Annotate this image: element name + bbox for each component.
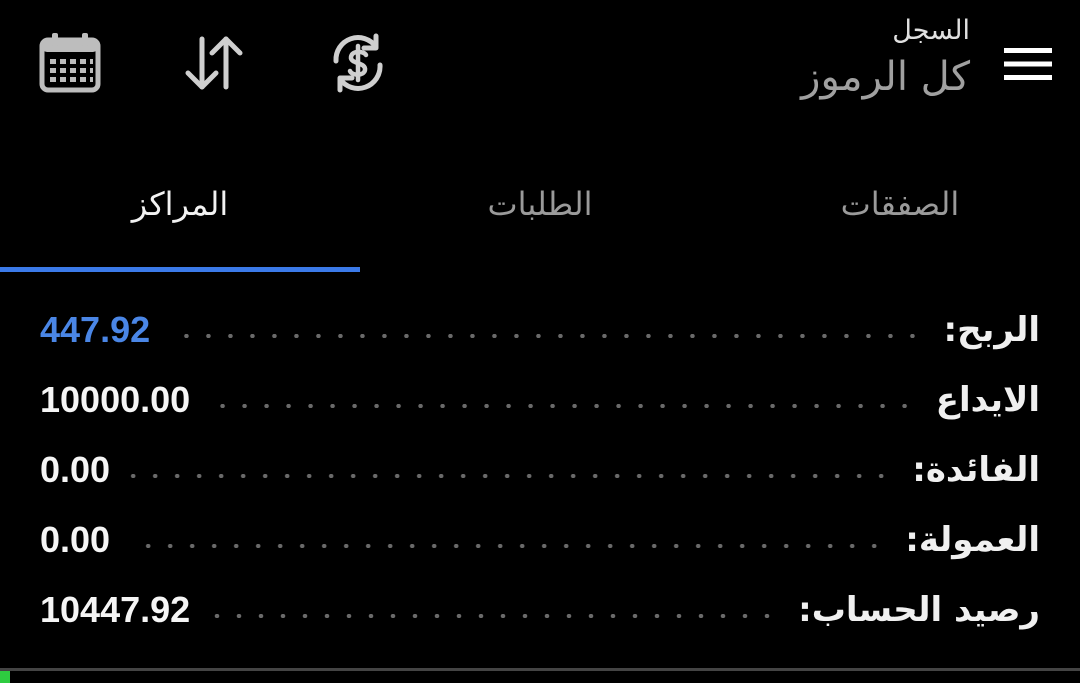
commission-value: 0.00 (40, 519, 111, 560)
commission-label: العمولة: (905, 520, 1040, 560)
active-tab-indicator (0, 267, 360, 272)
balance-value: 10447.92 (40, 589, 191, 630)
summary-row-commission: العمولة: 0.00 (0, 505, 1080, 575)
tab-positions[interactable]: المراكز (0, 140, 360, 272)
sort-arrows-icon[interactable] (174, 23, 254, 103)
tab-bar: الصفقات الطلبات المراكز (0, 140, 1080, 272)
balance-label: رصيد الحساب: (798, 590, 1040, 630)
menu-icon[interactable] (988, 24, 1068, 104)
tab-deals[interactable]: الصفقات (720, 140, 1080, 272)
app-header: السجل كل الرموز (0, 0, 1080, 140)
dotted-leader (210, 614, 779, 618)
calendar-icon[interactable] (30, 23, 110, 103)
summary-row-balance: رصيد الحساب: 10447.92 (0, 575, 1080, 645)
summary-row-deposit: الايداع 10000.00 (0, 365, 1080, 435)
dotted-leader (130, 474, 893, 478)
account-summary: الربح: 447.92 الايداع 10000.00 الفائدة: … (0, 295, 1080, 645)
dotted-leader (170, 334, 924, 338)
interest-label: الفائدة: (912, 450, 1040, 490)
header-title[interactable]: كل الرموز (801, 50, 970, 104)
tab-orders[interactable]: الطلبات (360, 140, 720, 272)
title-block: السجل كل الرموز (801, 12, 970, 104)
interest-value: 0.00 (40, 449, 111, 490)
currency-exchange-icon[interactable] (318, 23, 398, 103)
profit-label: الربح: (943, 310, 1040, 350)
dotted-leader (130, 544, 886, 548)
position-color-marker (0, 671, 10, 683)
header-subtitle: السجل (892, 15, 970, 46)
summary-row-profit: الربح: 447.92 (0, 295, 1080, 365)
profit-value: 447.92 (40, 309, 151, 350)
deposit-label: الايداع (935, 380, 1040, 420)
deposit-value: 10000.00 (40, 379, 191, 420)
list-divider (0, 668, 1080, 671)
dotted-leader (210, 404, 916, 408)
summary-row-interest: الفائدة: 0.00 (0, 435, 1080, 505)
